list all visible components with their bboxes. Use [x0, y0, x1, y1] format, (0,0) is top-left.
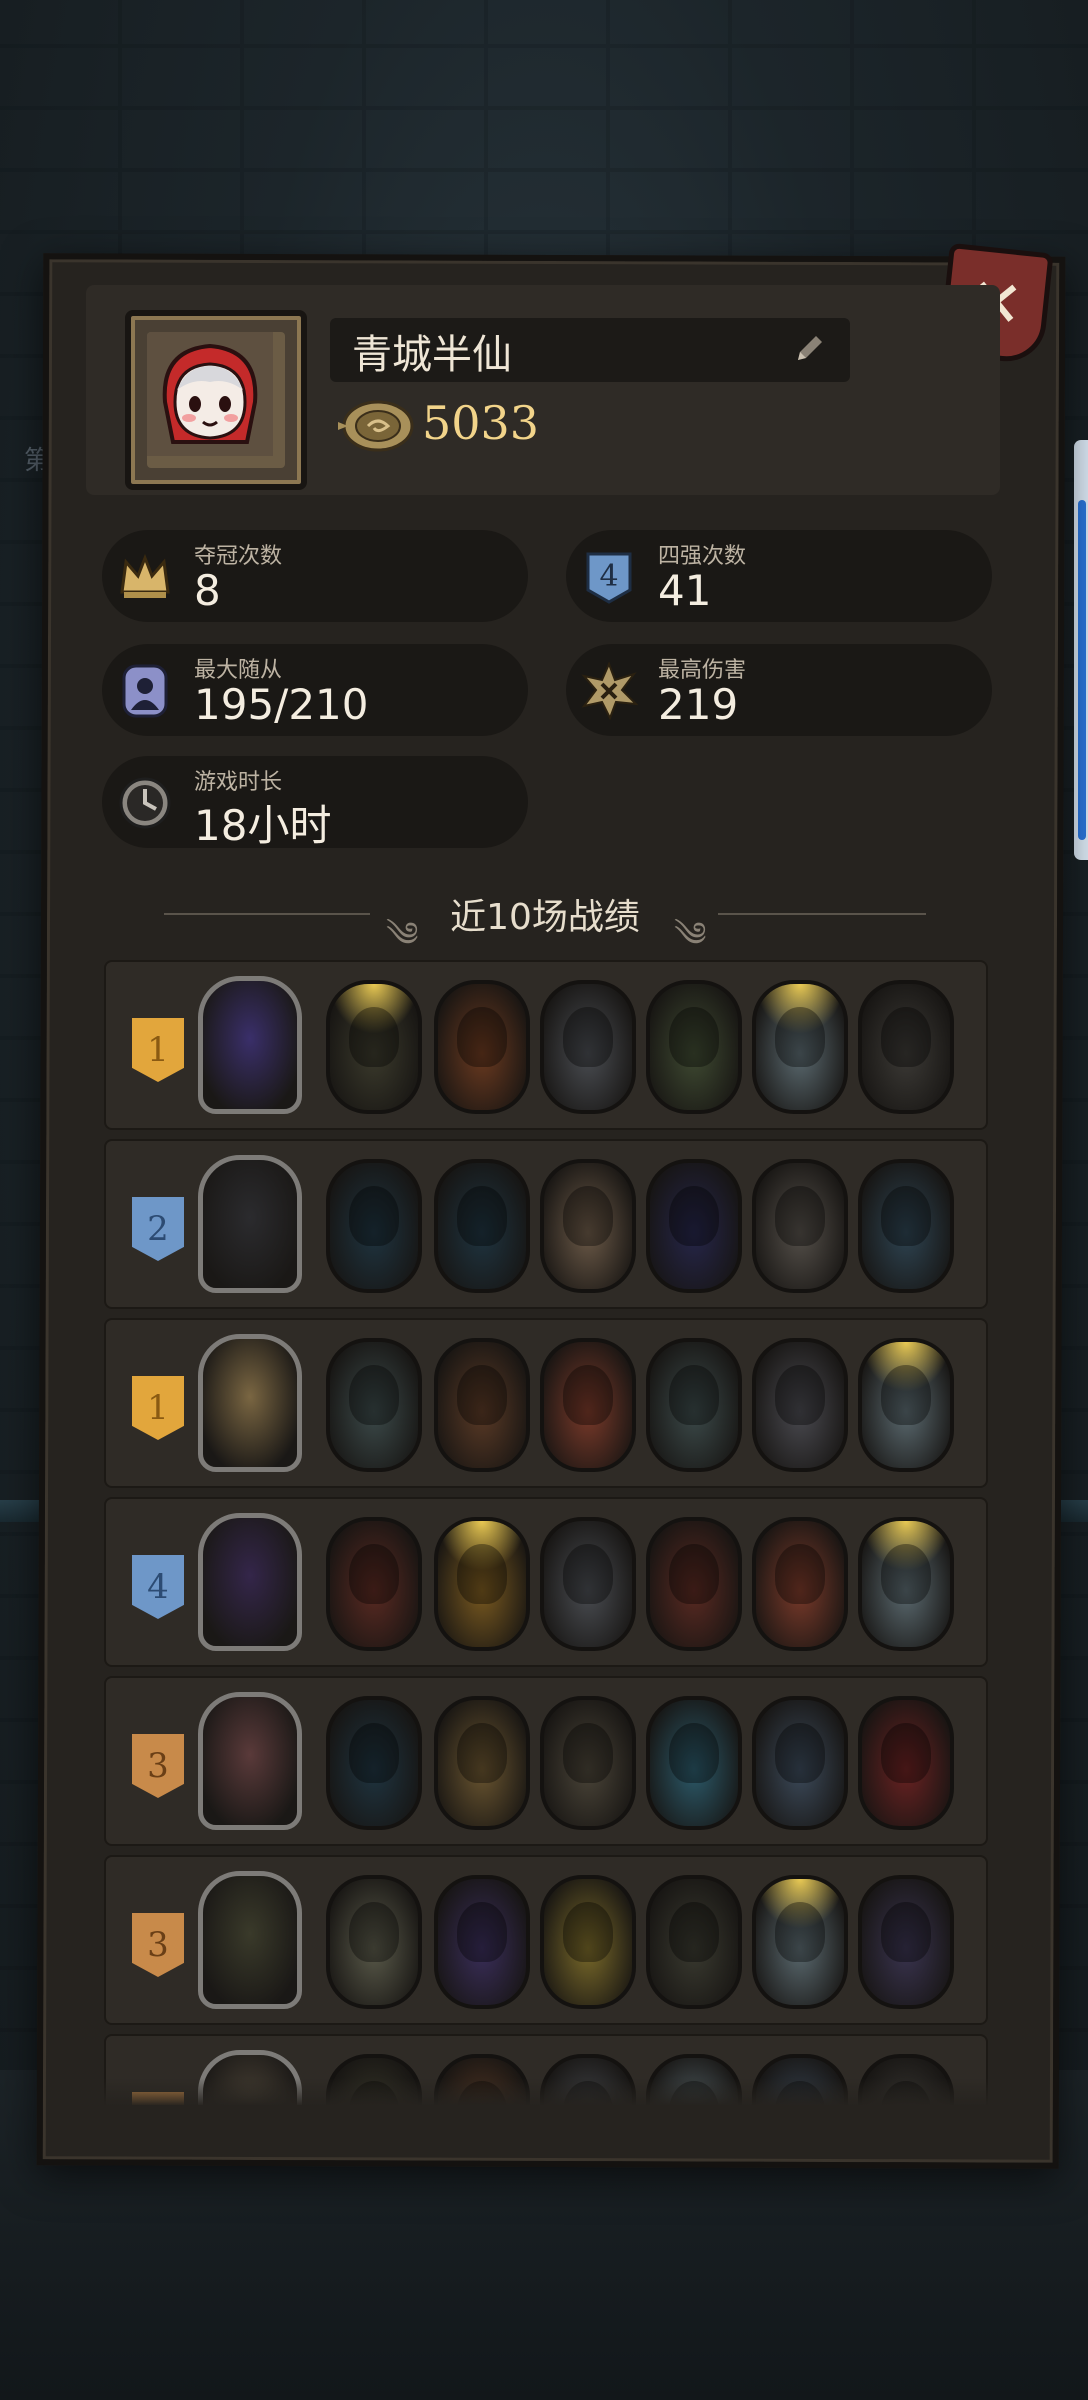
stat-value: 8: [194, 566, 221, 615]
unit-portrait[interactable]: [752, 1517, 848, 1651]
section-divider-right: [718, 913, 926, 915]
unit-portrait[interactable]: [434, 1875, 530, 2009]
stat-value: 195/210: [194, 680, 369, 729]
unit-portrait[interactable]: [858, 980, 954, 1114]
avatar[interactable]: [125, 310, 307, 490]
side-scrollbar[interactable]: [1074, 440, 1088, 860]
clock-icon: [119, 777, 171, 829]
rank-badge: 1: [132, 1376, 184, 1440]
recent-matches-title: 近10场战绩: [450, 897, 640, 938]
rank-badge: 2: [132, 1197, 184, 1261]
coin-count: 5033: [422, 396, 540, 450]
match-row[interactable]: 3: [104, 1676, 988, 1846]
unit-portrait[interactable]: [646, 1875, 742, 2009]
unit-portrait[interactable]: [434, 1159, 530, 1293]
unit-portrait[interactable]: [434, 980, 530, 1114]
stat-max-damage: 最高伤害 219: [566, 644, 992, 736]
unit-portrait[interactable]: [434, 1338, 530, 1472]
golden-glow: [862, 1342, 950, 1393]
unit-portrait[interactable]: [540, 1338, 636, 1472]
girl-red-hood-avatar-icon: [147, 332, 285, 468]
unit-portrait[interactable]: [752, 1696, 848, 1830]
unit-portrait[interactable]: [858, 1338, 954, 1472]
stat-value: 41: [658, 566, 712, 615]
stat-play-time: 游戏时长 18小时: [102, 756, 528, 850]
coin-icon: [338, 400, 414, 452]
stat-value: 18小时: [194, 801, 332, 850]
unit-portrait[interactable]: [326, 1696, 422, 1830]
hero-portrait[interactable]: [198, 1871, 302, 2009]
unit-portrait[interactable]: [646, 1159, 742, 1293]
portrait-icon: [122, 664, 168, 718]
match-row[interactable]: 1: [104, 960, 988, 1130]
hero-portrait[interactable]: [198, 976, 302, 1114]
golden-glow: [438, 1521, 526, 1572]
unit-portrait[interactable]: [646, 980, 742, 1114]
unit-portrait[interactable]: [540, 1875, 636, 2009]
hero-portrait[interactable]: [198, 1513, 302, 1651]
svg-text:4: 4: [599, 559, 618, 594]
unit-portrait[interactable]: [540, 1159, 636, 1293]
golden-glow: [756, 1879, 844, 1930]
unit-portrait[interactable]: [326, 1875, 422, 2009]
stat-championships: 夺冠次数 8: [102, 530, 528, 622]
unit-portrait[interactable]: [326, 1159, 422, 1293]
rank-badge: 3: [132, 1734, 184, 1798]
shield-4-icon: 4: [586, 552, 632, 604]
golden-glow: [862, 1521, 950, 1572]
unit-portrait[interactable]: [540, 980, 636, 1114]
unit-portrait[interactable]: [752, 1875, 848, 2009]
unit-portrait[interactable]: [646, 1696, 742, 1830]
burst-icon: [581, 662, 638, 720]
player-name: 青城半仙: [352, 332, 512, 378]
crown-icon: [120, 553, 170, 598]
hero-portrait[interactable]: [198, 1334, 302, 1472]
section-divider-left: [164, 913, 370, 915]
stat-max-minions: 最大随从 195/210: [102, 644, 528, 736]
rank-badge: 3: [132, 1913, 184, 1977]
unit-portrait[interactable]: [326, 1517, 422, 1651]
list-fade: [104, 2078, 988, 2106]
unit-portrait[interactable]: [646, 1517, 742, 1651]
unit-portrait[interactable]: [540, 1696, 636, 1830]
hero-portrait[interactable]: [198, 1155, 302, 1293]
golden-glow: [330, 984, 418, 1035]
stat-value: 219: [658, 680, 739, 729]
unit-portrait[interactable]: [858, 1159, 954, 1293]
match-row[interactable]: 3: [104, 1855, 988, 2025]
unit-portrait[interactable]: [326, 980, 422, 1114]
recent-matches-list[interactable]: 1 2 1 4 3 3: [104, 960, 988, 2105]
rank-badge: 1: [132, 1018, 184, 1082]
unit-portrait[interactable]: [752, 980, 848, 1114]
golden-glow: [756, 984, 844, 1035]
unit-portrait[interactable]: [326, 1338, 422, 1472]
match-row[interactable]: 1: [104, 1318, 988, 1488]
stat-top4: 4 四强次数 41: [566, 530, 992, 622]
match-row[interactable]: 2: [104, 1139, 988, 1309]
pencil-edit-icon[interactable]: [790, 330, 828, 368]
unit-portrait[interactable]: [752, 1338, 848, 1472]
unit-portrait[interactable]: [858, 1696, 954, 1830]
unit-portrait[interactable]: [540, 1517, 636, 1651]
unit-portrait[interactable]: [434, 1696, 530, 1830]
rank-badge: 4: [132, 1555, 184, 1619]
unit-portrait[interactable]: [434, 1517, 530, 1651]
unit-portrait[interactable]: [858, 1875, 954, 2009]
unit-portrait[interactable]: [752, 1159, 848, 1293]
unit-portrait[interactable]: [858, 1517, 954, 1651]
hero-portrait[interactable]: [198, 1692, 302, 1830]
match-row[interactable]: 4: [104, 1497, 988, 1667]
unit-portrait[interactable]: [646, 1338, 742, 1472]
